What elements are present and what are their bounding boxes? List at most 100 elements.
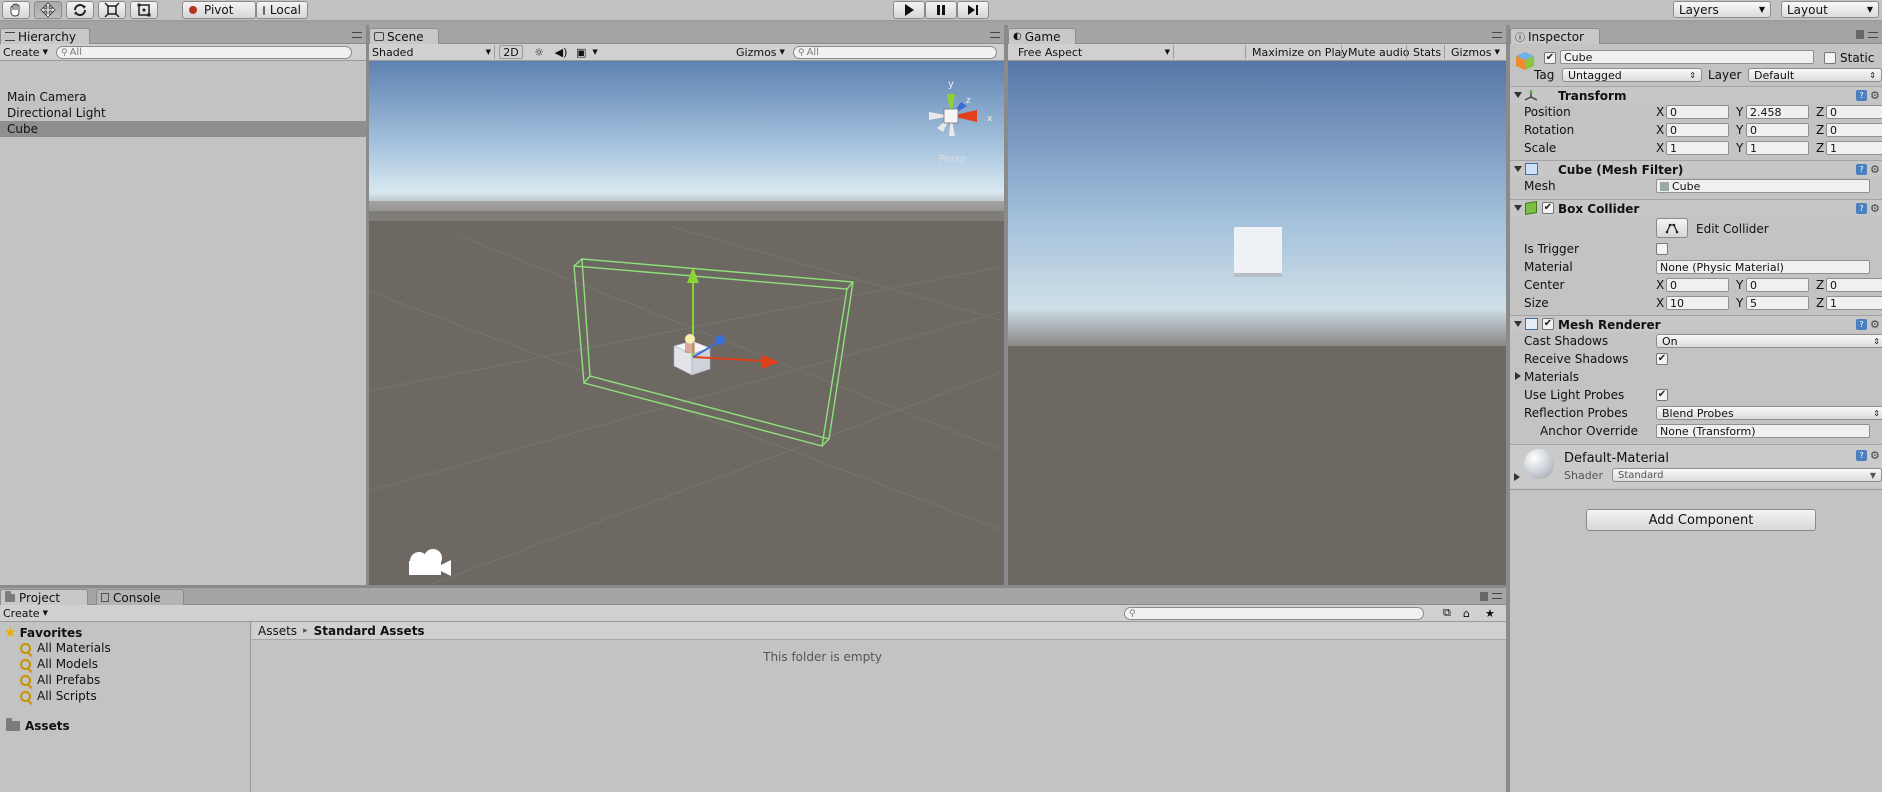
play-button[interactable] xyxy=(893,1,925,19)
effects-dropdown[interactable]: ▣ ▼ xyxy=(573,45,607,59)
scale-tool-button[interactable] xyxy=(98,1,126,19)
gizmos-dropdown[interactable]: Gizmos ▼ xyxy=(733,45,788,59)
foldout-arrow-icon[interactable] xyxy=(1514,205,1522,211)
help-icon[interactable]: ? xyxy=(1856,319,1867,330)
rotate-tool-button[interactable] xyxy=(66,1,94,19)
assets-folder[interactable]: Assets xyxy=(6,718,70,733)
toggle-2d-button[interactable]: 2D xyxy=(499,45,523,59)
layer-dropdown[interactable]: Default ⇕ xyxy=(1748,68,1882,82)
maximize-on-play-toggle[interactable]: Maximize on Play xyxy=(1245,45,1351,59)
tag-dropdown[interactable]: Untagged ⇕ xyxy=(1562,68,1702,82)
favorite-item-all-materials[interactable]: All Materials xyxy=(20,641,111,655)
shader-dropdown[interactable]: Standard ▼ xyxy=(1612,468,1882,482)
scale-z-input[interactable]: 1 xyxy=(1826,141,1882,155)
box-collider-header[interactable]: ✔ Box Collider ? ⚙ xyxy=(1510,199,1882,216)
panel-menu-icon[interactable] xyxy=(1492,593,1502,599)
size-y-input[interactable]: 5 xyxy=(1746,296,1809,310)
filter-label-button[interactable]: ⌂ xyxy=(1460,606,1473,620)
object-name-input[interactable]: Cube xyxy=(1560,50,1814,64)
hierarchy-item-cube[interactable]: Cube xyxy=(0,121,366,137)
tab-project[interactable]: Project xyxy=(0,589,88,605)
mesh-object-field[interactable]: Cube xyxy=(1656,179,1870,193)
help-icon[interactable]: ? xyxy=(1856,164,1867,175)
position-x-input[interactable]: 0 xyxy=(1666,105,1729,119)
tab-game[interactable]: ◐ Game xyxy=(1008,28,1076,44)
filter-type-button[interactable]: ⧉ xyxy=(1440,606,1454,620)
panel-menu-icon[interactable] xyxy=(990,32,1000,38)
help-icon[interactable]: ? xyxy=(1856,90,1867,101)
gear-icon[interactable]: ⚙ xyxy=(1870,450,1881,461)
gear-icon[interactable]: ⚙ xyxy=(1870,90,1881,101)
pause-button[interactable] xyxy=(925,1,957,19)
scale-x-input[interactable]: 1 xyxy=(1666,141,1729,155)
center-z-input[interactable]: 0 xyxy=(1826,278,1882,292)
local-toggle[interactable]: Local xyxy=(256,1,308,19)
stats-toggle[interactable]: Stats xyxy=(1406,45,1444,59)
favorite-item-all-scripts[interactable]: All Scripts xyxy=(20,689,97,703)
materials-foldout-icon[interactable] xyxy=(1515,372,1521,380)
audio-toggle[interactable]: ◀) xyxy=(551,45,571,59)
create-dropdown[interactable]: Create ▼ xyxy=(0,45,51,59)
layout-dropdown[interactable]: Layout ▼ xyxy=(1781,1,1879,18)
panel-menu-icon[interactable] xyxy=(1868,32,1878,38)
rotation-y-input[interactable]: 0 xyxy=(1746,123,1809,137)
center-y-input[interactable]: 0 xyxy=(1746,278,1809,292)
hierarchy-item-main-camera[interactable]: Main Camera xyxy=(0,89,366,105)
edit-collider-button[interactable] xyxy=(1656,218,1688,238)
favorite-item-all-prefabs[interactable]: All Prefabs xyxy=(20,673,100,687)
game-gizmos-dropdown[interactable]: Gizmos ▼ xyxy=(1444,45,1503,59)
favorite-item-all-models[interactable]: All Models xyxy=(20,657,98,671)
favorites-header[interactable]: ★ Favorites xyxy=(4,625,82,641)
shading-mode-dropdown[interactable]: Shaded ▼ xyxy=(369,45,495,59)
step-button[interactable] xyxy=(957,1,989,19)
center-x-input[interactable]: 0 xyxy=(1666,278,1729,292)
is-trigger-checkbox[interactable] xyxy=(1656,243,1668,255)
tab-console[interactable]: Console xyxy=(96,589,184,605)
reflection-probes-dropdown[interactable]: Blend Probes ⇕ xyxy=(1656,406,1882,420)
hierarchy-search-input[interactable]: ⚲ All xyxy=(56,46,352,59)
move-tool-button[interactable] xyxy=(34,1,62,19)
help-icon[interactable]: ? xyxy=(1856,203,1867,214)
tab-scene[interactable]: Scene xyxy=(369,28,439,44)
cast-shadows-dropdown[interactable]: On ⇕ xyxy=(1656,334,1882,348)
rect-tool-button[interactable] xyxy=(130,1,158,19)
foldout-arrow-icon[interactable] xyxy=(1514,321,1522,327)
gear-icon[interactable]: ⚙ xyxy=(1870,319,1881,330)
mesh-filter-header[interactable]: Cube (Mesh Filter) ? ⚙ xyxy=(1510,160,1882,177)
rotation-z-input[interactable]: 0 xyxy=(1826,123,1882,137)
scale-y-input[interactable]: 1 xyxy=(1746,141,1809,155)
add-component-button[interactable]: Add Component xyxy=(1586,509,1816,531)
panel-menu-icon[interactable] xyxy=(352,32,362,38)
rotation-x-input[interactable]: 0 xyxy=(1666,123,1729,137)
tab-hierarchy[interactable]: Hierarchy xyxy=(0,28,90,44)
breadcrumb-current[interactable]: Standard Assets xyxy=(314,624,425,638)
breadcrumb-root[interactable]: Assets xyxy=(258,624,297,638)
lock-icon[interactable] xyxy=(1856,30,1864,39)
transform-header[interactable]: Transform ? ⚙ xyxy=(1510,86,1882,103)
project-create-dropdown[interactable]: Create ▼ xyxy=(0,606,51,620)
scene-viewport[interactable]: y z x Persp xyxy=(369,61,1004,585)
materials-label[interactable]: Materials xyxy=(1524,370,1579,384)
foldout-arrow-icon[interactable] xyxy=(1514,92,1522,98)
tab-inspector[interactable]: ⓘ Inspector xyxy=(1510,28,1600,44)
hierarchy-item-directional-light[interactable]: Directional Light xyxy=(0,105,366,121)
favorites-button[interactable]: ★ xyxy=(1482,606,1498,620)
mute-audio-toggle[interactable]: Mute audio xyxy=(1341,45,1413,59)
mesh-renderer-enabled-checkbox[interactable]: ✔ xyxy=(1542,318,1554,330)
aspect-dropdown[interactable]: Free Aspect ▼ xyxy=(1008,45,1174,59)
scene-search-input[interactable]: ⚲ All xyxy=(793,46,997,59)
position-z-input[interactable]: 0 xyxy=(1826,105,1882,119)
use-light-probes-checkbox[interactable]: ✔ xyxy=(1656,389,1668,401)
panel-menu-icon[interactable] xyxy=(1492,32,1502,38)
foldout-arrow-icon[interactable] xyxy=(1514,166,1522,172)
lock-icon[interactable] xyxy=(1480,592,1488,601)
receive-shadows-checkbox[interactable]: ✔ xyxy=(1656,353,1668,365)
help-icon[interactable]: ? xyxy=(1856,450,1867,461)
gear-icon[interactable]: ⚙ xyxy=(1870,164,1881,175)
collider-material-field[interactable]: None (Physic Material) xyxy=(1656,260,1870,274)
position-y-input[interactable]: 2.458 xyxy=(1746,105,1809,119)
gameobject-active-checkbox[interactable]: ✔ xyxy=(1544,52,1556,64)
mesh-renderer-header[interactable]: ✔ Mesh Renderer ? ⚙ xyxy=(1510,315,1882,332)
layers-dropdown[interactable]: Layers ▼ xyxy=(1673,1,1771,18)
gear-icon[interactable]: ⚙ xyxy=(1870,203,1881,214)
